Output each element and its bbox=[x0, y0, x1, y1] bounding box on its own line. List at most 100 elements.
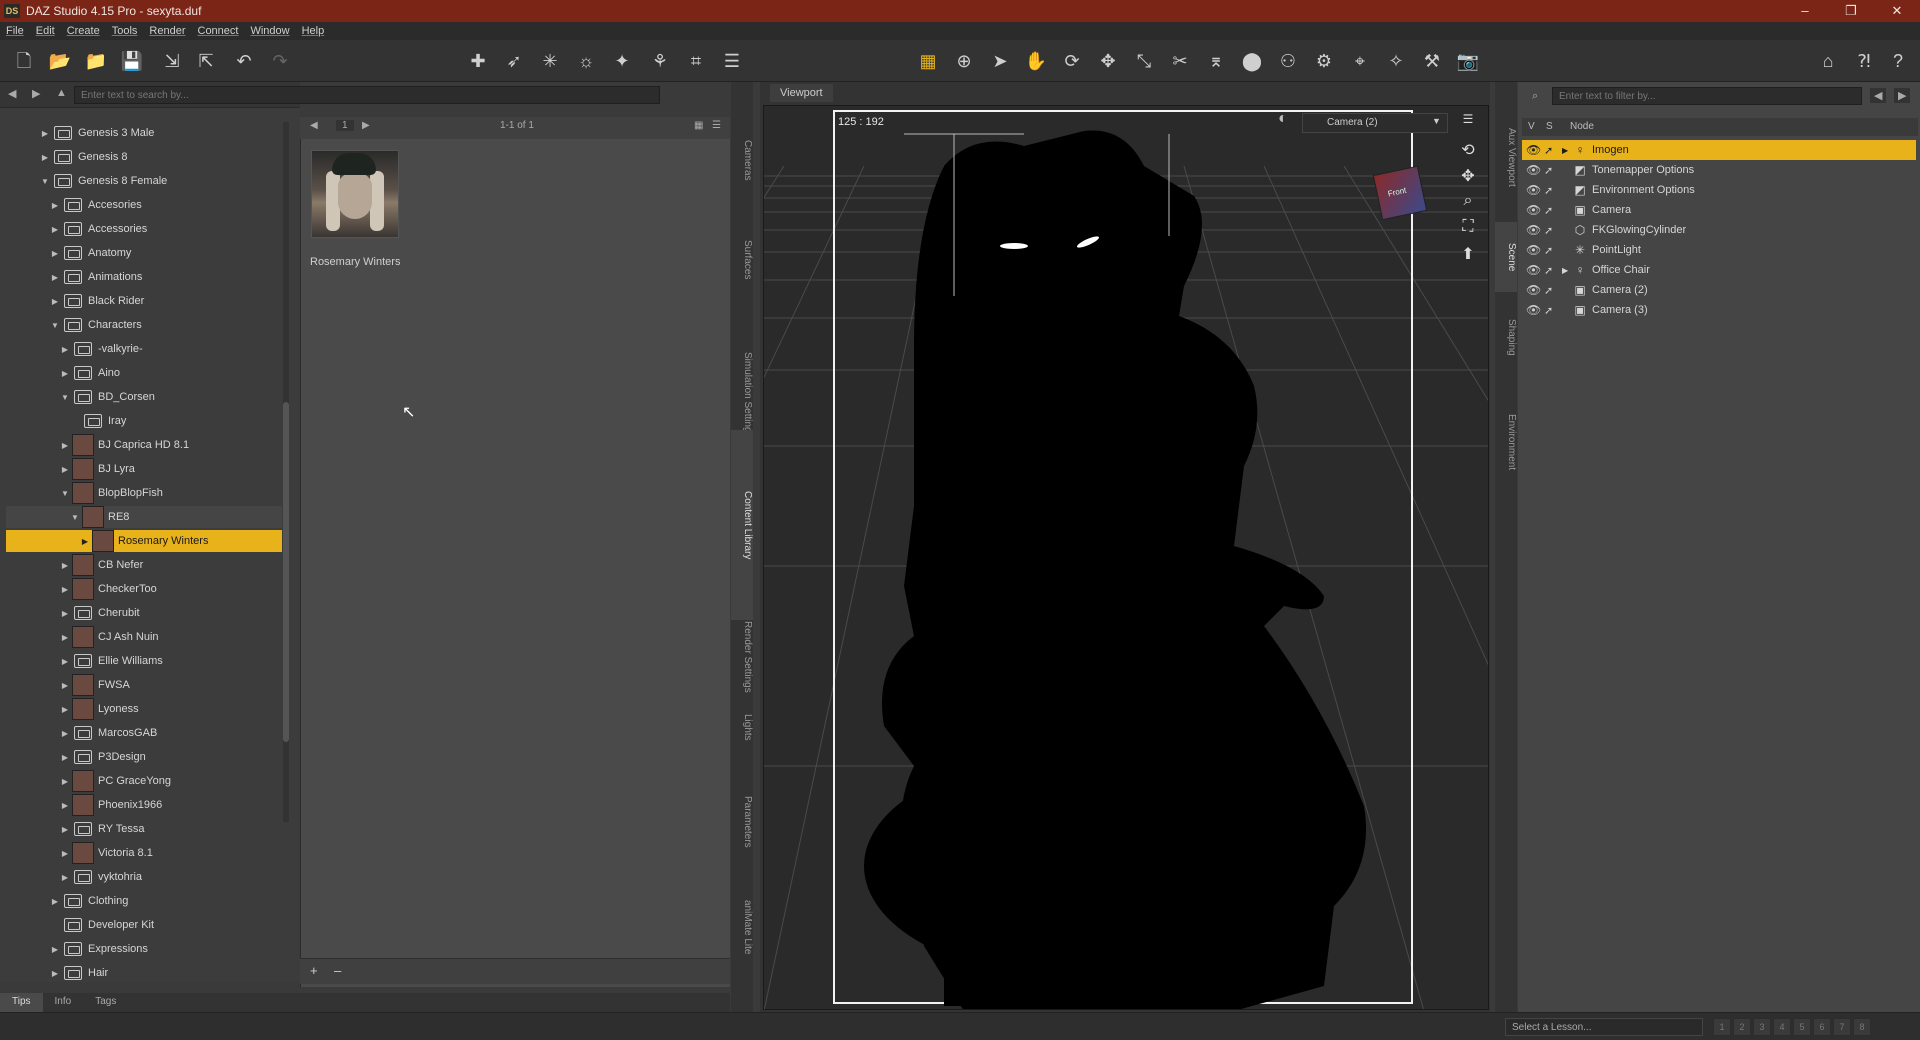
expand-arrow-icon[interactable]: ▶ bbox=[40, 153, 50, 162]
expand-arrow-icon[interactable]: ▶ bbox=[60, 873, 70, 882]
selectable-arrow-icon[interactable]: ➚ bbox=[1544, 184, 1562, 197]
surface-selection-icon[interactable]: ⬤ bbox=[1238, 48, 1266, 74]
create-group-icon[interactable]: ⌗ bbox=[682, 48, 710, 74]
close-button[interactable]: ✕ bbox=[1874, 0, 1920, 22]
selectable-arrow-icon[interactable]: ➚ bbox=[1544, 224, 1562, 237]
tab-tags[interactable]: Tags bbox=[83, 993, 128, 1013]
expand-arrow-icon[interactable]: ▶ bbox=[50, 297, 60, 306]
scene-node[interactable]: 👁 ➚ ✳ PointLight bbox=[1522, 240, 1916, 260]
library-item[interactable]: ▶ Clothing bbox=[6, 890, 282, 912]
expand-arrow-icon[interactable]: ▶ bbox=[60, 369, 70, 378]
lesson-select[interactable]: Select a Lesson... bbox=[1505, 1018, 1703, 1036]
export-icon[interactable]: ⇱ bbox=[192, 48, 220, 74]
expand-arrow-icon[interactable]: ▶ bbox=[60, 345, 70, 354]
expand-arrow-icon[interactable]: ▶ bbox=[60, 825, 70, 834]
selectable-arrow-icon[interactable]: ➚ bbox=[1544, 284, 1562, 297]
up-icon[interactable]: ▲ bbox=[56, 87, 67, 99]
render-icon[interactable]: 📷 bbox=[1454, 48, 1482, 74]
back-icon[interactable]: ◀ bbox=[8, 87, 16, 100]
expand-arrow-icon[interactable]: ▶ bbox=[60, 681, 70, 690]
pan-icon[interactable]: ✥ bbox=[1457, 166, 1479, 186]
library-item[interactable]: ▶ MarcosGAB bbox=[6, 722, 282, 744]
selectable-arrow-icon[interactable]: ➚ bbox=[1544, 244, 1562, 257]
library-item[interactable]: ▼ Genesis 8 Female bbox=[6, 170, 282, 192]
open-icon[interactable]: 📂 bbox=[46, 48, 74, 74]
scene-next-icon[interactable]: ▶ bbox=[1894, 88, 1911, 103]
lesson-page-button[interactable]: 8 bbox=[1853, 1018, 1871, 1036]
library-item[interactable]: ▼ BD_Corsen bbox=[6, 386, 282, 408]
expand-arrow-icon[interactable]: ▶ bbox=[50, 201, 60, 210]
expand-arrow-icon[interactable]: ▶ bbox=[50, 249, 60, 258]
scene-node[interactable]: 👁 ➚ ⬡ FKGlowingCylinder bbox=[1522, 220, 1916, 240]
create-spotlight-icon[interactable]: ➶ bbox=[500, 48, 528, 74]
menu-file[interactable]: File bbox=[6, 25, 24, 37]
tab-info[interactable]: Info bbox=[43, 993, 84, 1013]
remove-button[interactable]: – bbox=[334, 963, 341, 978]
visibility-eye-icon[interactable]: 👁 bbox=[1526, 183, 1544, 197]
tab-scene[interactable]: Scene bbox=[1495, 222, 1517, 292]
lesson-page-button[interactable]: 7 bbox=[1833, 1018, 1851, 1036]
selectable-arrow-icon[interactable]: ➚ bbox=[1544, 144, 1562, 157]
visibility-eye-icon[interactable]: 👁 bbox=[1526, 263, 1544, 277]
scene-node[interactable]: 👁 ➚ ▣ Camera (2) bbox=[1522, 280, 1916, 300]
expand-arrow-icon[interactable]: ▶ bbox=[50, 273, 60, 282]
create-camera-icon[interactable]: ✚ bbox=[464, 48, 492, 74]
library-item[interactable]: ▼ RE8 bbox=[6, 506, 282, 528]
scene-node[interactable]: 👁 ➚ ▣ Camera bbox=[1522, 200, 1916, 220]
lesson-page-button[interactable]: 3 bbox=[1753, 1018, 1771, 1036]
library-item[interactable]: ▶ Anatomy bbox=[6, 242, 282, 264]
viewport-tab[interactable]: Viewport bbox=[770, 84, 833, 102]
create-node-icon[interactable]: ⚘ bbox=[646, 48, 674, 74]
library-item[interactable]: ▶ Animations bbox=[6, 266, 282, 288]
expand-arrow-icon[interactable]: ▶ bbox=[1562, 146, 1572, 155]
page-number[interactable]: 1 bbox=[336, 120, 354, 131]
library-item[interactable]: ▶ CB Nefer bbox=[6, 554, 282, 576]
tab-environment[interactable]: Environment bbox=[1495, 382, 1517, 502]
expand-arrow-icon[interactable]: ▶ bbox=[1562, 266, 1572, 275]
render-settings-icon[interactable]: ⚒ bbox=[1418, 48, 1446, 74]
library-item[interactable]: ▶ Rosemary Winters bbox=[6, 530, 282, 552]
view-cube-icon[interactable]: Front bbox=[1372, 165, 1428, 221]
drawstyle-sphere-icon[interactable]: ◐ bbox=[1278, 110, 1288, 128]
collapse-arrow-icon[interactable]: ▼ bbox=[70, 513, 80, 522]
viewport-canvas[interactable] bbox=[763, 105, 1489, 1010]
library-item[interactable]: ▶ CheckerToo bbox=[6, 578, 282, 600]
scene-node[interactable]: 👁 ➚ ▶ ♀ Office Chair bbox=[1522, 260, 1916, 280]
library-item[interactable]: ▶ Accesories bbox=[6, 194, 282, 216]
node-column-header[interactable]: Node bbox=[1570, 121, 1594, 132]
library-item[interactable]: ▶ Ellie Williams bbox=[6, 650, 282, 672]
reset-view-icon[interactable]: ⬆ bbox=[1457, 244, 1479, 264]
library-item[interactable]: ▼ BlopBlopFish bbox=[6, 482, 282, 504]
minimize-button[interactable]: – bbox=[1782, 0, 1828, 22]
tab-animate-lite[interactable]: aniMate Lite bbox=[731, 842, 753, 1012]
library-item[interactable]: ▶ Hair bbox=[6, 962, 282, 982]
expand-arrow-icon[interactable]: ▶ bbox=[60, 441, 70, 450]
import-icon[interactable]: ⇲ bbox=[158, 48, 186, 74]
select-icon[interactable]: ➤ bbox=[986, 48, 1014, 74]
expand-arrow-icon[interactable]: ▶ bbox=[50, 225, 60, 234]
menu-icon[interactable]: ☰ bbox=[718, 48, 746, 74]
visibility-eye-icon[interactable]: 👁 bbox=[1526, 163, 1544, 177]
camera-tool-icon[interactable]: ⌖ bbox=[1346, 48, 1374, 74]
create-linear-light-icon[interactable]: ✦ bbox=[608, 48, 636, 74]
library-item[interactable]: ▶ CJ Ash Nuin bbox=[6, 626, 282, 648]
collapse-arrow-icon[interactable]: ▼ bbox=[40, 177, 50, 186]
expand-arrow-icon[interactable]: ▶ bbox=[60, 801, 70, 810]
expand-arrow-icon[interactable]: ▶ bbox=[60, 465, 70, 474]
lesson-page-button[interactable]: 2 bbox=[1733, 1018, 1751, 1036]
tab-aux-viewport[interactable]: Aux Viewport bbox=[1495, 102, 1517, 212]
selectable-column-header[interactable]: S bbox=[1546, 121, 1553, 132]
visibility-eye-icon[interactable]: 👁 bbox=[1526, 223, 1544, 237]
selectable-arrow-icon[interactable]: ➚ bbox=[1544, 264, 1562, 277]
help-what-icon[interactable]: ⁈ bbox=[1850, 48, 1878, 74]
prev-page-icon[interactable]: ◀ bbox=[310, 120, 318, 131]
thumbnail-view-icon[interactable]: ▦ bbox=[694, 120, 703, 131]
library-item[interactable]: ▶ Lyoness bbox=[6, 698, 282, 720]
visibility-eye-icon[interactable]: 👁 bbox=[1526, 143, 1544, 157]
rosemary-winters-thumbnail[interactable] bbox=[311, 150, 399, 238]
expand-arrow-icon[interactable]: ▶ bbox=[60, 657, 70, 666]
library-item[interactable]: ▶ Aino bbox=[6, 362, 282, 384]
expand-arrow-icon[interactable]: ▶ bbox=[60, 849, 70, 858]
menu-connect[interactable]: Connect bbox=[198, 25, 239, 37]
collapse-arrow-icon[interactable]: ▼ bbox=[50, 321, 60, 330]
